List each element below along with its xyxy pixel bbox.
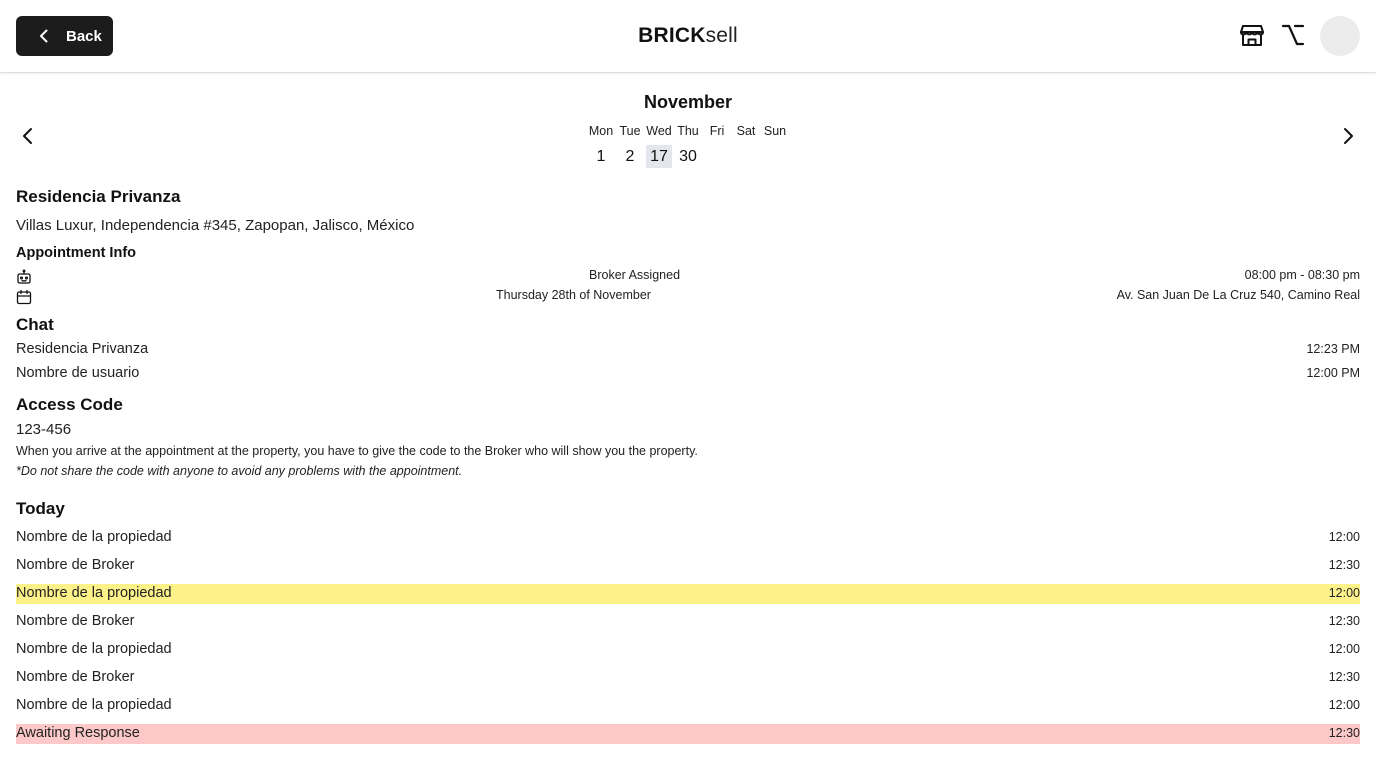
chat-heading: Chat — [16, 315, 54, 334]
today-item[interactable]: Nombre de Broker 12:30 — [16, 668, 1360, 688]
today-heading: Today — [16, 499, 65, 518]
appointment-broker-row: Broker Assigned 08:00 pm - 08:30 pm — [16, 267, 1360, 285]
today-item[interactable]: Nombre de la propiedad 12:00 — [16, 696, 1360, 716]
today-item-highlighted[interactable]: Nombre de la propiedad 12:00 — [16, 584, 1360, 604]
today-item-name: Nombre de la propiedad — [16, 529, 172, 545]
today-item-time: 12:00 — [1328, 642, 1360, 656]
calendar-day[interactable]: 2 — [617, 145, 643, 168]
brand-logo: BRICKsell — [638, 24, 738, 47]
appointment-date: Thursday 28th of November — [496, 288, 651, 302]
today-item-time: 12:00 — [1328, 698, 1360, 712]
weekday-sun: Sun — [763, 124, 787, 138]
weekday-wed: Wed — [646, 124, 672, 138]
calendar-day-selected[interactable]: 17 — [646, 145, 672, 168]
avatar[interactable] — [1320, 16, 1360, 56]
weekday-thu: Thu — [677, 124, 699, 138]
weekday-mon: Mon — [588, 124, 614, 138]
chevron-left-icon[interactable] — [18, 126, 38, 146]
today-item-name: Nombre de la propiedad — [16, 641, 172, 657]
access-code-note: When you arrive at the appointment at th… — [16, 444, 698, 458]
chat-item[interactable]: Nombre de usuario 12:00 PM — [16, 364, 1360, 384]
today-item-time: 12:30 — [1328, 726, 1360, 740]
chat-name: Residencia Privanza — [16, 341, 149, 357]
today-item-time: 12:00 — [1328, 586, 1360, 600]
today-item[interactable]: Nombre de Broker 12:30 — [16, 612, 1360, 632]
access-code-heading: Access Code — [16, 395, 123, 414]
today-item-name: Nombre de la propiedad — [16, 585, 172, 601]
chat-item[interactable]: Residencia Privanza 12:23 PM — [16, 340, 1360, 360]
broker-status: Broker Assigned — [589, 268, 681, 282]
today-item-name: Nombre de la propiedad — [16, 697, 172, 713]
today-item-time: 12:30 — [1328, 670, 1360, 684]
today-item-awaiting[interactable]: Awaiting Response 12:30 — [16, 724, 1360, 744]
today-item-time: 12:00 — [1328, 530, 1360, 544]
today-item-name: Nombre de Broker — [16, 669, 135, 685]
robot-icon — [17, 269, 31, 284]
month-title: November — [643, 92, 733, 112]
today-item-time: 12:30 — [1328, 558, 1360, 572]
today-item[interactable]: Nombre de la propiedad 12:00 — [16, 640, 1360, 660]
weekday-sat: Sat — [736, 124, 756, 138]
chevron-right-icon[interactable] — [1338, 126, 1358, 146]
calendar-day[interactable]: 30 — [675, 145, 701, 168]
appointment-info-heading: Appointment Info — [16, 245, 137, 261]
access-code-warning: *Do not share the code with anyone to av… — [16, 464, 463, 478]
calendar-day[interactable]: 1 — [588, 145, 614, 168]
today-item[interactable]: Nombre de Broker 12:30 — [16, 556, 1360, 576]
today-item-name: Awaiting Response — [16, 725, 140, 741]
access-code-value: 123-456 — [16, 421, 72, 438]
chat-time: 12:00 PM — [1306, 366, 1360, 380]
today-item-time: 12:30 — [1328, 614, 1360, 628]
appointment-date-row: Thursday 28th of November Av. San Juan D… — [16, 287, 1360, 305]
chat-name: Nombre de usuario — [16, 365, 140, 381]
weekday-tue: Tue — [619, 124, 641, 138]
appointment-location: Av. San Juan De La Cruz 540, Camino Real — [1116, 288, 1360, 302]
store-icon[interactable] — [1239, 22, 1265, 48]
property-address: Villas Luxur, Independencia #345, Zapopa… — [16, 217, 415, 234]
property-title: Residencia Privanza — [16, 187, 181, 206]
weekday-fri: Fri — [709, 124, 725, 138]
today-item-name: Nombre de Broker — [16, 613, 135, 629]
today-item-name: Nombre de Broker — [16, 557, 135, 573]
option-key-icon[interactable] — [1280, 22, 1306, 48]
chat-time: 12:23 PM — [1306, 342, 1360, 356]
top-bar: Back BRICKsell — [0, 0, 1376, 72]
appointment-time: 08:00 pm - 08:30 pm — [1244, 268, 1360, 282]
today-item[interactable]: Nombre de la propiedad 12:00 — [16, 528, 1360, 548]
calendar-icon — [16, 289, 32, 305]
